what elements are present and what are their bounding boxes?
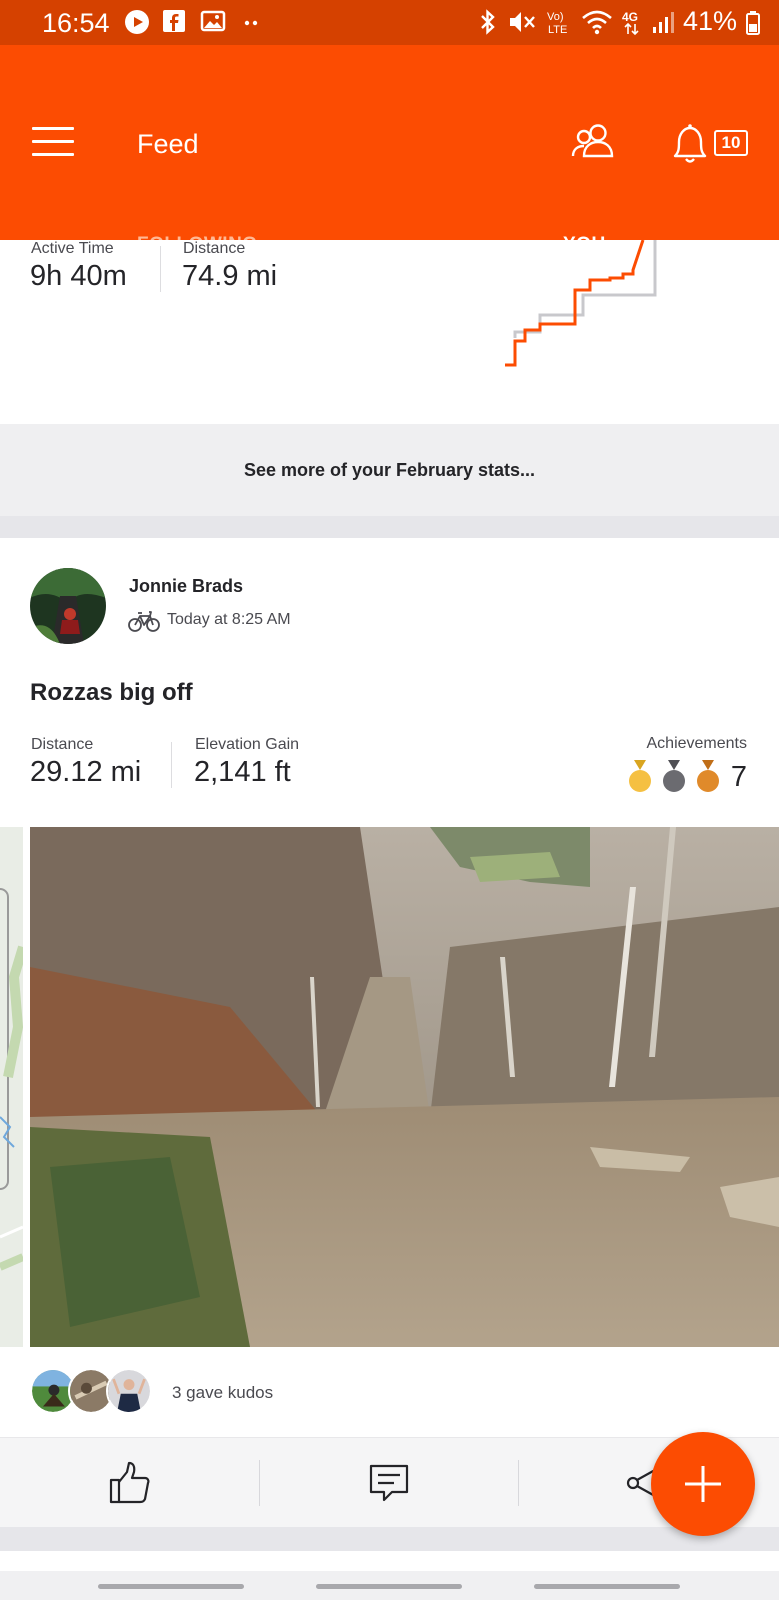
bell-icon	[673, 124, 707, 163]
system-navigation-bar	[0, 1571, 779, 1600]
app-bar: Feed 10 FOLLOWING YOU	[0, 45, 779, 281]
svg-text:4G: 4G	[622, 10, 638, 24]
monthly-progress-chart	[505, 240, 657, 367]
plus-icon	[685, 1466, 721, 1502]
section-divider	[0, 516, 779, 538]
mute-icon	[509, 11, 535, 32]
divider	[160, 246, 161, 292]
bike-icon	[128, 611, 160, 632]
gallery-icon	[200, 9, 226, 35]
svg-text:Vo): Vo)	[547, 11, 564, 23]
recent-apps-button[interactable]	[98, 1584, 244, 1589]
youtube-icon	[124, 9, 150, 35]
elevation-value: 2,141 ft	[194, 756, 291, 788]
activity-photo[interactable]	[30, 827, 779, 1347]
system-icons: Vo) LTE 4G 41%	[477, 6, 761, 37]
distance-label: Distance	[183, 240, 246, 257]
comment-icon[interactable]	[366, 1460, 412, 1506]
route-map-thumbnail[interactable]	[0, 827, 23, 1347]
4g-icon: 4G	[622, 10, 639, 35]
achievements-label: Achievements	[646, 735, 748, 752]
divider	[171, 742, 172, 788]
active-time-value: 9h 40m	[30, 260, 127, 292]
elevation-label: Elevation Gain	[195, 736, 300, 753]
section-divider	[0, 1527, 779, 1551]
facebook-icon	[162, 9, 188, 35]
notifications-button[interactable]: 10	[670, 122, 750, 166]
battery-icon	[746, 10, 760, 35]
monthly-stats-card[interactable]: Active Time 9h 40m Distance 74.9 mi	[0, 240, 779, 423]
activity-title[interactable]: Rozzas big off	[30, 679, 193, 707]
svg-text:LTE: LTE	[548, 24, 567, 36]
menu-icon[interactable]	[32, 127, 74, 157]
status-bar: 16:54 Vo) LTE 4G 41%	[0, 0, 779, 45]
achievements-count: 7	[730, 760, 747, 793]
friends-icon[interactable]	[570, 122, 616, 162]
activity-card[interactable]: Jonnie Brads Today at 8:25 AM Rozzas big…	[0, 538, 779, 1438]
home-button[interactable]	[316, 1584, 462, 1589]
bronze-medal-icon	[696, 760, 719, 792]
battery-percent: 41%	[682, 6, 737, 36]
notification-count-badge: 10	[714, 130, 748, 156]
back-button[interactable]	[534, 1584, 680, 1589]
achievements-medals: 7	[627, 760, 747, 794]
distance-value: 74.9 mi	[182, 260, 278, 292]
activity-distance-value: 29.12 mi	[30, 756, 142, 788]
kudos-thumbs-up-icon[interactable]	[107, 1460, 153, 1506]
more-dots-icon	[238, 9, 264, 35]
divider	[259, 1460, 260, 1506]
kudos-avatars[interactable]	[30, 1368, 160, 1416]
active-time-label: Active Time	[31, 240, 114, 257]
divider	[518, 1460, 519, 1506]
next-feed-card	[0, 1551, 779, 1571]
kudos-avatar	[106, 1368, 152, 1414]
athlete-name[interactable]: Jonnie Brads	[129, 576, 243, 597]
see-more-stats-button[interactable]: See more of your February stats...	[0, 424, 779, 516]
bluetooth-icon	[481, 8, 495, 35]
activity-distance-label: Distance	[31, 736, 94, 753]
volte-icon: Vo)LTE	[547, 11, 567, 36]
wifi-icon	[582, 10, 612, 34]
add-activity-button[interactable]	[651, 1432, 755, 1536]
status-time: 16:54	[42, 8, 110, 38]
gold-medal-icon	[628, 760, 651, 792]
page-title: Feed	[137, 129, 199, 159]
silver-medal-icon	[662, 760, 685, 792]
kudos-count[interactable]: 3 gave kudos	[172, 1383, 273, 1403]
athlete-avatar[interactable]	[30, 568, 106, 644]
signal-icon	[652, 11, 674, 33]
notification-icons	[124, 9, 264, 35]
activity-timestamp: Today at 8:25 AM	[167, 611, 291, 628]
